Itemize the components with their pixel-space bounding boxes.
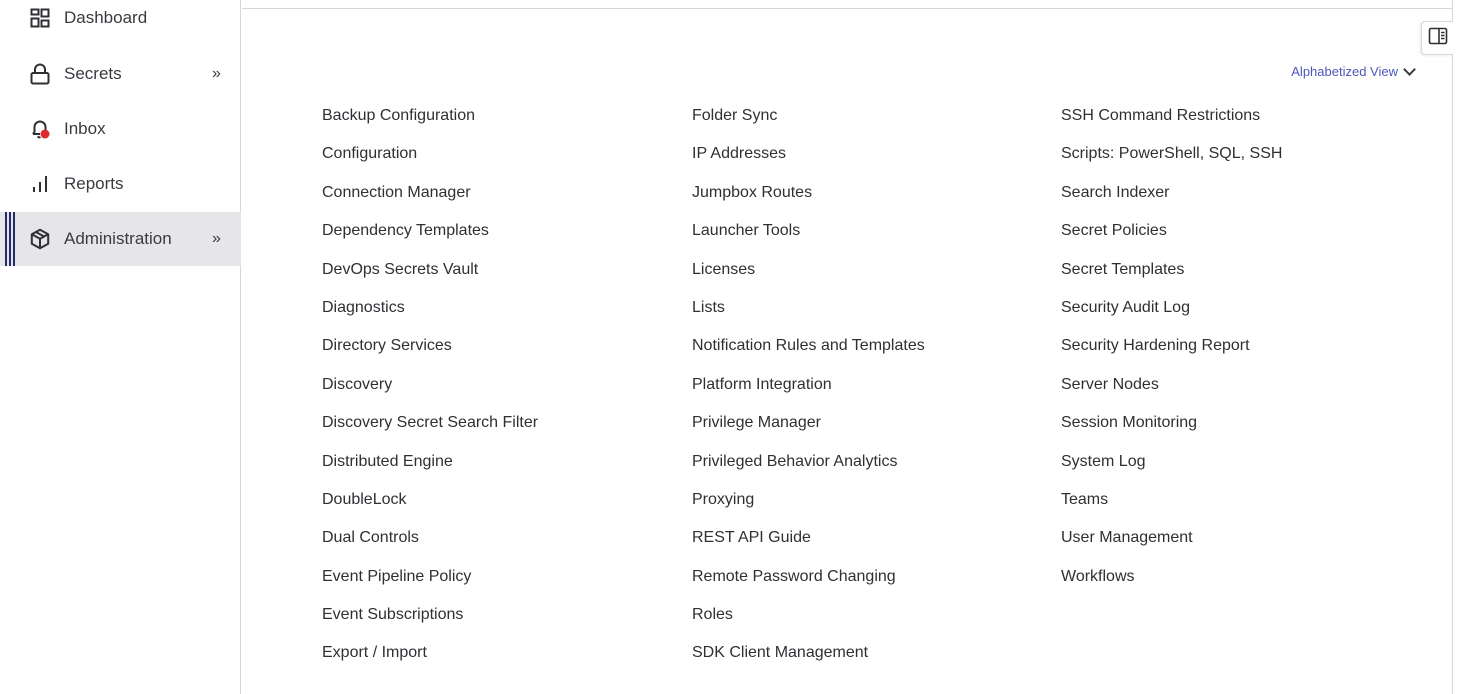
admin-link[interactable]: Distributed Engine bbox=[322, 450, 682, 488]
admin-link[interactable]: Discovery Secret Search Filter bbox=[322, 411, 682, 449]
admin-link[interactable]: Search Indexer bbox=[1061, 181, 1421, 219]
admin-link[interactable]: Remote Password Changing bbox=[692, 565, 1052, 603]
sidebar-item-secrets[interactable]: Secrets » bbox=[0, 47, 241, 101]
expand-chevron-icon[interactable]: » bbox=[212, 65, 221, 83]
admin-link[interactable]: IP Addresses bbox=[692, 142, 1052, 180]
admin-link[interactable]: Backup Configuration bbox=[322, 104, 682, 142]
toggle-panel-button[interactable] bbox=[1421, 21, 1453, 55]
sidebar-item-inbox[interactable]: Inbox bbox=[0, 102, 241, 156]
admin-link[interactable]: Diagnostics bbox=[322, 296, 682, 334]
admin-link[interactable]: Configuration bbox=[322, 142, 682, 180]
sidebar-item-label: Dashboard bbox=[64, 8, 148, 27]
sidebar-item-reports[interactable]: Reports bbox=[0, 157, 241, 211]
admin-link[interactable]: Workflows bbox=[1061, 565, 1421, 603]
cube-icon bbox=[29, 228, 51, 250]
admin-link[interactable]: Security Hardening Report bbox=[1061, 334, 1421, 372]
admin-link[interactable]: DoubleLock bbox=[322, 488, 682, 526]
view-mode-label: Alphabetized View bbox=[1291, 64, 1398, 79]
admin-link[interactable]: Secret Policies bbox=[1061, 219, 1421, 257]
app-window: Dashboard Secrets » Inbox Reports Admini… bbox=[0, 0, 1458, 694]
sidebar-item-administration[interactable]: Administration » bbox=[0, 212, 241, 266]
admin-link[interactable]: Discovery bbox=[322, 373, 682, 411]
admin-link[interactable]: Jumpbox Routes bbox=[692, 181, 1052, 219]
admin-link[interactable]: Roles bbox=[692, 603, 1052, 641]
admin-link[interactable]: Lists bbox=[692, 296, 1052, 334]
sidebar-item-dashboard[interactable]: Dashboard bbox=[0, 0, 241, 45]
admin-link[interactable]: SDK Client Management bbox=[692, 641, 1052, 679]
admin-links-column: Backup Configuration Configuration Connect… bbox=[322, 104, 682, 680]
admin-link[interactable]: Notification Rules and Templates bbox=[692, 334, 1052, 372]
admin-link[interactable]: Proxying bbox=[692, 488, 1052, 526]
admin-link[interactable]: Licenses bbox=[692, 258, 1052, 296]
admin-links-column: Folder Sync IP Addresses Jumpbox Routes Lau… bbox=[692, 104, 1052, 680]
admin-link[interactable]: Server Nodes bbox=[1061, 373, 1421, 411]
side-panel-icon bbox=[1428, 27, 1448, 50]
admin-link[interactable]: DevOps Secrets Vault bbox=[322, 258, 682, 296]
admin-link[interactable]: Secret Templates bbox=[1061, 258, 1421, 296]
expand-chevron-icon[interactable]: » bbox=[212, 230, 221, 248]
bell-icon bbox=[29, 118, 51, 140]
admin-link[interactable]: Privilege Manager bbox=[692, 411, 1052, 449]
administration-panel: Alphabetized View Backup Configuration Co… bbox=[242, 0, 1453, 694]
sidebar-item-label: Administration bbox=[64, 229, 172, 248]
sidebar-item-label: Secrets bbox=[64, 64, 122, 83]
admin-link[interactable]: User Management bbox=[1061, 526, 1421, 564]
active-indicator bbox=[5, 212, 19, 266]
admin-link[interactable]: Launcher Tools bbox=[692, 219, 1052, 257]
admin-link[interactable]: Dependency Templates bbox=[322, 219, 682, 257]
sidebar: Dashboard Secrets » Inbox Reports Admini… bbox=[0, 0, 241, 694]
bar-chart-icon bbox=[29, 173, 51, 195]
dashboard-icon bbox=[29, 7, 51, 29]
admin-link[interactable]: SSH Command Restrictions bbox=[1061, 104, 1421, 142]
admin-link[interactable]: Session Monitoring bbox=[1061, 411, 1421, 449]
admin-link[interactable]: REST API Guide bbox=[692, 526, 1052, 564]
sidebar-item-label: Reports bbox=[64, 174, 124, 193]
admin-link[interactable]: Scripts: PowerShell, SQL, SSH bbox=[1061, 142, 1421, 180]
admin-link[interactable]: Export / Import bbox=[322, 641, 682, 679]
admin-link[interactable]: Directory Services bbox=[322, 334, 682, 372]
chevron-down-icon bbox=[1403, 63, 1416, 76]
admin-link[interactable]: Dual Controls bbox=[322, 526, 682, 564]
admin-link[interactable]: Security Audit Log bbox=[1061, 296, 1421, 334]
admin-link[interactable]: Teams bbox=[1061, 488, 1421, 526]
admin-link[interactable]: Platform Integration bbox=[692, 373, 1052, 411]
admin-link[interactable]: Event Pipeline Policy bbox=[322, 565, 682, 603]
admin-link[interactable]: Privileged Behavior Analytics bbox=[692, 450, 1052, 488]
divider bbox=[242, 8, 1453, 9]
lock-icon bbox=[29, 63, 51, 85]
admin-link[interactable]: Connection Manager bbox=[322, 181, 682, 219]
admin-link[interactable]: Folder Sync bbox=[692, 104, 1052, 142]
notification-dot bbox=[40, 129, 50, 139]
admin-link[interactable]: System Log bbox=[1061, 450, 1421, 488]
admin-links-column: SSH Command Restrictions Scripts: PowerSh… bbox=[1061, 104, 1421, 603]
sidebar-item-label: Inbox bbox=[64, 119, 106, 138]
admin-link[interactable]: Event Subscriptions bbox=[322, 603, 682, 641]
view-mode-dropdown[interactable]: Alphabetized View bbox=[1291, 63, 1416, 79]
